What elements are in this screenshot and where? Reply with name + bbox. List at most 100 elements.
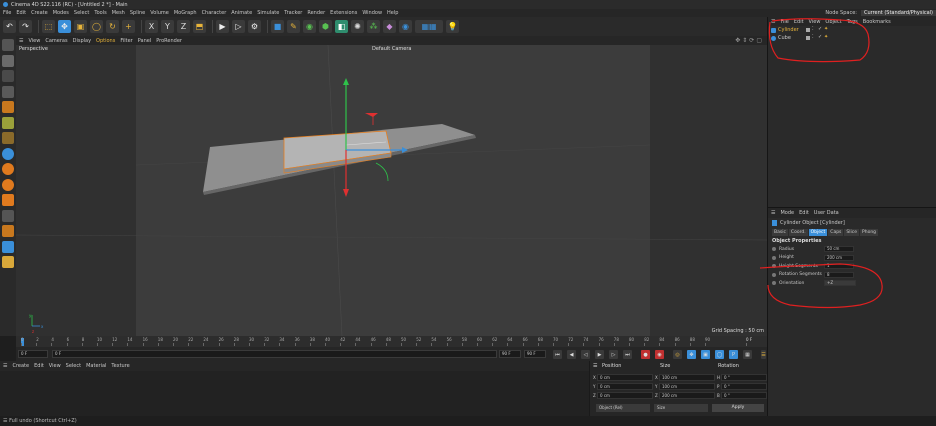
make-editable-icon[interactable] bbox=[2, 39, 14, 51]
light-icon[interactable]: 💡 bbox=[446, 20, 459, 33]
height-segments-field[interactable]: 1 bbox=[824, 263, 854, 269]
viewport[interactable]: y z x Perspective Default Camera Grid Sp… bbox=[16, 45, 767, 336]
size-z-field[interactable]: 200 cm bbox=[659, 391, 715, 399]
object-menu-file[interactable]: File bbox=[780, 19, 788, 25]
material-menu-create[interactable]: Create bbox=[12, 363, 29, 369]
viewport-panel-icon[interactable]: ☰ bbox=[19, 38, 23, 44]
visibility-dots-icon[interactable]: ⁚ bbox=[812, 35, 817, 40]
menu-animate[interactable]: Animate bbox=[231, 10, 252, 16]
subdivision-icon[interactable]: ◉ bbox=[303, 20, 316, 33]
object-row-cylinder[interactable]: Cylinder ⁚ ✓ ✦ bbox=[768, 26, 936, 34]
coords-menu-icon[interactable]: ☰ bbox=[593, 363, 597, 369]
menu-character[interactable]: Character bbox=[202, 10, 227, 16]
undo-icon[interactable]: ↶ bbox=[3, 20, 16, 33]
live-selection-icon[interactable]: ⬚ bbox=[42, 20, 55, 33]
layer-checkbox-icon[interactable] bbox=[806, 35, 810, 40]
viewport-camera-label[interactable]: Default Camera bbox=[372, 46, 412, 52]
next-frame-icon[interactable]: ▷ bbox=[609, 350, 618, 359]
phong-tag-icon[interactable]: ✦ bbox=[824, 27, 829, 32]
size-x-field[interactable]: 100 cm bbox=[659, 373, 715, 381]
keyframe-dot-icon[interactable] bbox=[772, 281, 776, 286]
field-icon[interactable]: ✺ bbox=[351, 20, 364, 33]
coords-mode-dropdown[interactable]: Object (Rel) bbox=[596, 404, 650, 412]
redo-icon[interactable]: ↷ bbox=[19, 20, 32, 33]
menu-mesh[interactable]: Mesh bbox=[112, 10, 125, 16]
recent-tools-icon[interactable]: ↻ bbox=[106, 20, 119, 33]
orientation-dropdown[interactable]: +Z bbox=[824, 280, 856, 286]
pla-key-icon[interactable]: ▦ bbox=[743, 350, 752, 359]
menu-edit[interactable]: Edit bbox=[16, 10, 26, 16]
render-picture-viewer-icon[interactable]: ▷ bbox=[232, 20, 245, 33]
solo-icon[interactable] bbox=[2, 240, 14, 253]
scale-key-icon[interactable]: ▣ bbox=[701, 350, 710, 359]
deformer-icon[interactable]: ◧ bbox=[335, 20, 348, 33]
viewport-menu-filter[interactable]: Filter bbox=[120, 38, 132, 44]
rotation-segments-field[interactable]: 8 bbox=[824, 271, 854, 278]
object-menu-bookmarks[interactable]: Bookmarks bbox=[863, 19, 891, 25]
menu-mograph[interactable]: MoGraph bbox=[174, 10, 197, 16]
position-key-icon[interactable]: ✥ bbox=[687, 350, 696, 359]
tab-caps[interactable]: Caps bbox=[828, 229, 844, 236]
render-settings-icon[interactable]: ⚙ bbox=[248, 20, 261, 33]
start-frame-field[interactable]: 0 F bbox=[18, 350, 48, 358]
end-frame-field[interactable]: 90 F bbox=[499, 350, 521, 358]
keyframe-dot-icon[interactable] bbox=[772, 272, 776, 277]
attribute-menu-edit[interactable]: Edit bbox=[799, 210, 809, 216]
menu-select[interactable]: Select bbox=[74, 10, 89, 16]
size-y-field[interactable]: 100 cm bbox=[659, 382, 715, 390]
toggle-view-icon[interactable]: ▢ bbox=[756, 37, 762, 44]
keyframe-dot-icon[interactable] bbox=[772, 247, 776, 252]
menu-simulate[interactable]: Simulate bbox=[257, 10, 279, 16]
camera-icon[interactable]: ◉ bbox=[399, 20, 412, 33]
menu-tracker[interactable]: Tracker bbox=[284, 10, 302, 16]
object-row-cube[interactable]: Cube ⁚ ✓ ✦ bbox=[768, 34, 936, 42]
sculpt-icon[interactable] bbox=[2, 194, 14, 206]
render-view-icon[interactable]: ▶ bbox=[216, 20, 229, 33]
apply-button[interactable]: Apply bbox=[712, 404, 764, 412]
tab-coord[interactable]: Coord. bbox=[788, 229, 808, 236]
menu-spline[interactable]: Spline bbox=[130, 10, 145, 16]
attribute-panel-icon[interactable]: ☰ bbox=[771, 210, 775, 216]
frame-range-slider[interactable]: 0 F bbox=[52, 350, 497, 358]
keyframe-dot-icon[interactable] bbox=[772, 264, 776, 269]
prev-key-icon[interactable]: ◀ bbox=[567, 350, 576, 359]
coords-size-dropdown[interactable]: Size bbox=[654, 404, 708, 412]
record-icon[interactable]: ● bbox=[641, 350, 650, 359]
polygons-mode-icon[interactable] bbox=[2, 116, 14, 129]
object-panel-icon[interactable]: ☰ bbox=[771, 19, 775, 25]
viewport-menu-prorender[interactable]: ProRender bbox=[156, 38, 182, 44]
lock-workplane-icon[interactable] bbox=[2, 209, 14, 222]
workplane-icon[interactable] bbox=[2, 178, 14, 191]
visibility-dots-icon[interactable]: ⁚ bbox=[812, 27, 817, 32]
texture-paint-icon[interactable] bbox=[2, 225, 14, 237]
model-mode-icon[interactable] bbox=[2, 54, 14, 67]
menu-modes[interactable]: Modes bbox=[53, 10, 69, 16]
object-menu-object[interactable]: Object bbox=[825, 19, 841, 25]
viewport-menu-panel[interactable]: Panel bbox=[138, 38, 152, 44]
keyframe-dot-icon[interactable] bbox=[772, 255, 776, 260]
height-field[interactable]: 200 cm bbox=[824, 254, 854, 261]
object-menu-view[interactable]: View bbox=[809, 19, 821, 25]
object-name[interactable]: Cube bbox=[778, 35, 791, 41]
rotation-b-field[interactable]: 0 ° bbox=[721, 391, 767, 399]
x-axis-icon[interactable]: X bbox=[145, 20, 158, 33]
points-mode-icon[interactable] bbox=[2, 85, 14, 98]
axis-mode-icon[interactable] bbox=[2, 147, 14, 160]
enabled-check-icon[interactable]: ✓ bbox=[818, 35, 823, 40]
menu-tools[interactable]: Tools bbox=[94, 10, 106, 16]
node-space-dropdown[interactable]: Current (Standard/Physical) bbox=[860, 10, 936, 16]
rotation-h-field[interactable]: 0 ° bbox=[721, 373, 767, 381]
menu-file[interactable]: File bbox=[3, 10, 11, 16]
move-view-icon[interactable]: ✥ bbox=[735, 37, 740, 44]
goto-start-icon[interactable]: ⏮ bbox=[553, 350, 562, 359]
coordinate-system-icon[interactable]: ⬒ bbox=[193, 20, 206, 33]
preview-end-field[interactable]: 90 F bbox=[524, 350, 546, 358]
environment-icon[interactable]: ◆ bbox=[383, 20, 396, 33]
rotation-key-icon[interactable]: ◯ bbox=[715, 350, 724, 359]
rotate-icon[interactable]: ◯ bbox=[90, 20, 103, 33]
menu-create[interactable]: Create bbox=[31, 10, 48, 16]
enabled-check-icon[interactable]: ✓ bbox=[818, 27, 823, 32]
parameter-key-icon[interactable]: P bbox=[729, 350, 738, 359]
menu-window[interactable]: Window bbox=[362, 10, 382, 16]
tab-basic[interactable]: Basic bbox=[772, 229, 788, 236]
